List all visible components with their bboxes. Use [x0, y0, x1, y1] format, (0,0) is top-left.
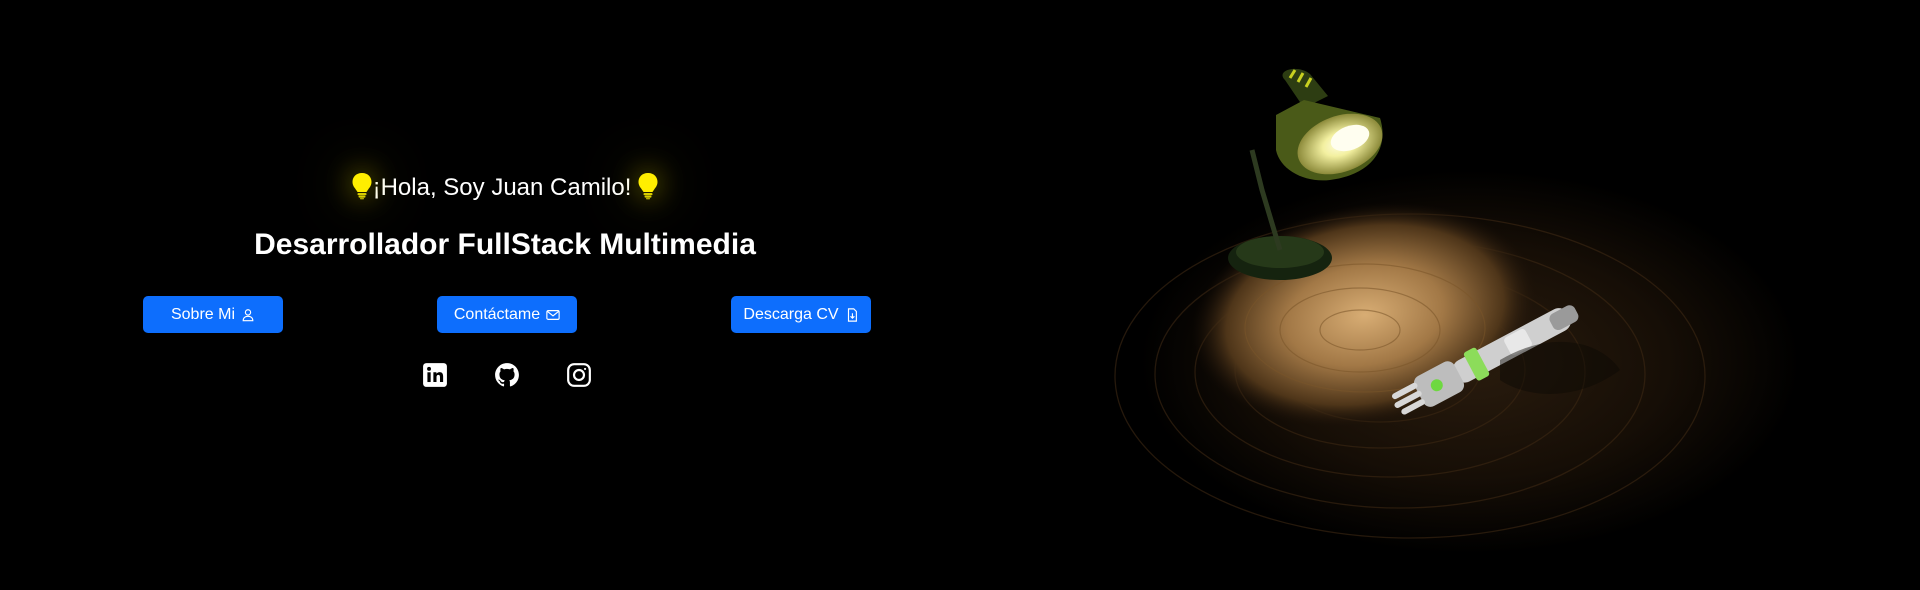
lightbulb-icon [637, 172, 659, 200]
instagram-icon[interactable] [566, 362, 592, 388]
hero-intro: ¡Hola, Soy Juan Camilo! Desarrollador Fu… [0, 0, 1010, 590]
person-icon [241, 308, 255, 322]
file-download-icon [845, 307, 859, 322]
page-title: Desarrollador FullStack Multimedia [254, 228, 756, 261]
hero-section: ¡Hola, Soy Juan Camilo! Desarrollador Fu… [0, 0, 1920, 590]
greeting-text: ¡Hola, Soy Juan Camilo! [372, 174, 632, 201]
lightbulb-icon [351, 172, 373, 200]
contact-button[interactable]: Contáctame [437, 296, 577, 333]
about-button-label: Sobre Mi [170, 305, 236, 323]
greeting-line: ¡Hola, Soy Juan Camilo! [0, 166, 1010, 210]
download-cv-button-label: Descarga CV [743, 305, 839, 323]
linkedin-icon[interactable] [422, 362, 448, 388]
github-icon[interactable] [494, 362, 520, 388]
envelope-icon [546, 308, 560, 322]
desk-lamp-illustration [1080, 40, 1800, 560]
contact-button-label: Contáctame [453, 305, 541, 323]
about-button[interactable]: Sobre Mi [143, 296, 283, 333]
download-cv-button[interactable]: Descarga CV [731, 296, 871, 333]
